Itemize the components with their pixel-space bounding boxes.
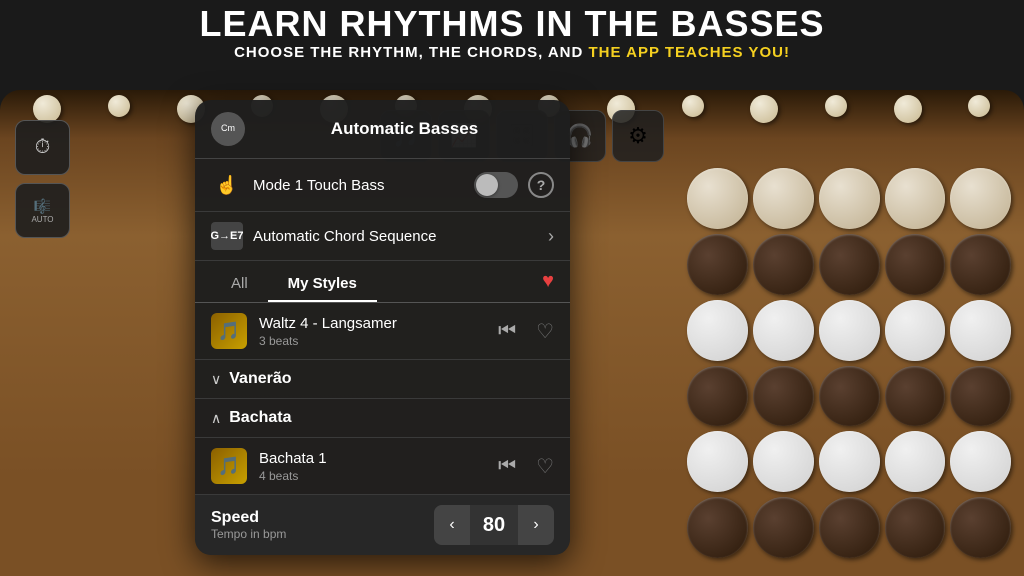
knob (968, 95, 990, 117)
style-info: Waltz 4 - Langsamer 3 beats (259, 315, 486, 348)
category-row-bachata[interactable]: ∧ Bachata (195, 399, 570, 438)
accordion-button[interactable] (819, 431, 880, 492)
accordion-button[interactable] (753, 366, 814, 427)
accordion-button[interactable] (950, 366, 1011, 427)
help-button[interactable]: ? (528, 172, 554, 198)
panel-title: Automatic Basses (255, 119, 554, 139)
accordion-button[interactable] (950, 497, 1011, 558)
accordion-button[interactable] (753, 234, 814, 295)
chord-label: Automatic Chord Sequence (253, 228, 538, 245)
knob (108, 95, 130, 117)
knob (682, 95, 704, 117)
category-name: Bachata (229, 409, 291, 427)
heart-icon[interactable]: ♥ (542, 270, 554, 301)
speed-sublabel: Tempo in bpm (211, 527, 434, 541)
auto-button[interactable]: 🎼 AUTO (15, 183, 70, 238)
speed-increase-button[interactable]: › (518, 505, 554, 545)
speed-decrease-button[interactable]: ‹ (434, 505, 470, 545)
accordion-button[interactable] (819, 300, 880, 361)
back-button[interactable]: Cm (211, 112, 245, 146)
accordion-button[interactable] (819, 366, 880, 427)
accordion-button[interactable] (885, 366, 946, 427)
banner-title: LEARN RHYTHMS IN THE BASSES (12, 4, 1012, 44)
accordion-button[interactable] (687, 168, 748, 229)
mode-label: Mode 1 Touch Bass (253, 177, 464, 194)
knob (33, 95, 61, 123)
accordion-button[interactable] (819, 168, 880, 229)
favorite-icon[interactable]: ♡ (536, 319, 554, 344)
category-expand-icon: ∧ (211, 410, 221, 427)
mode-toggle[interactable] (474, 172, 518, 198)
accordion-button[interactable] (819, 497, 880, 558)
style-beats: 3 beats (259, 334, 486, 348)
accordion-button[interactable] (885, 300, 946, 361)
speed-value: 80 (470, 514, 518, 537)
category-row-vanerão[interactable]: ∨ Vanerão (195, 360, 570, 399)
category-collapse-icon: ∨ (211, 371, 221, 388)
panel-header: Cm Automatic Basses (195, 100, 570, 159)
style-thumbnail: 🎵 (211, 313, 247, 349)
speed-row: Speed Tempo in bpm ‹ 80 › (195, 495, 570, 555)
accordion-button[interactable] (885, 168, 946, 229)
knob (894, 95, 922, 123)
style-item[interactable]: 🎵 Bachata 1 4 beats ⏮ ♡ (195, 438, 570, 495)
style-beats: 4 beats (259, 469, 486, 483)
banner-subtitle: CHOOSE THE RHYTHM, THE CHORDS, AND THE A… (12, 44, 1012, 61)
metronome-button[interactable]: ⏱ (15, 120, 70, 175)
chord-sequence-row[interactable]: G→E7 Automatic Chord Sequence › (195, 212, 570, 261)
accordion-button[interactable] (687, 300, 748, 361)
style-item[interactable]: 🎵 Waltz 4 - Langsamer 3 beats ⏮ ♡ (195, 303, 570, 360)
touch-icon: ☝ (211, 169, 243, 201)
accordion-button[interactable] (950, 300, 1011, 361)
toggle-knob (476, 174, 498, 196)
favorite-icon[interactable]: ♡ (536, 454, 554, 479)
tab-mystyles[interactable]: My Styles (268, 269, 377, 302)
accordion-button[interactable] (687, 366, 748, 427)
chord-icon: G→E7 (211, 222, 243, 250)
speed-control: ‹ 80 › (434, 505, 554, 545)
accordion-button[interactable] (819, 234, 880, 295)
style-name: Waltz 4 - Langsamer (259, 315, 486, 332)
accordion-button[interactable] (885, 431, 946, 492)
back-label: Cm (221, 124, 235, 134)
accordion-button[interactable] (950, 168, 1011, 229)
accordion-button[interactable] (753, 300, 814, 361)
chevron-right-icon: › (548, 226, 554, 247)
settings-button[interactable]: ⚙ (612, 110, 664, 162)
style-name: Bachata 1 (259, 450, 486, 467)
accordion-button[interactable] (753, 431, 814, 492)
accordion-button[interactable] (687, 497, 748, 558)
accordion-button[interactable] (753, 168, 814, 229)
button-grid (679, 160, 1009, 566)
accordion-button[interactable] (885, 234, 946, 295)
knob (825, 95, 847, 117)
preview-play-icon[interactable]: ⏮ (498, 320, 516, 343)
accordion-button[interactable] (885, 497, 946, 558)
subtitle-normal: CHOOSE THE RHYTHM, THE CHORDS, AND (234, 44, 588, 61)
tab-all[interactable]: All (211, 269, 268, 302)
top-banner: LEARN RHYTHMS IN THE BASSES CHOOSE THE R… (0, 0, 1024, 67)
automatic-basses-panel: Cm Automatic Basses ☝ Mode 1 Touch Bass … (195, 100, 570, 555)
knob (750, 95, 778, 123)
speed-label: Speed (211, 509, 434, 527)
style-info: Bachata 1 4 beats (259, 450, 486, 483)
speed-info: Speed Tempo in bpm (211, 509, 434, 541)
accordion-button[interactable] (950, 431, 1011, 492)
accordion-button[interactable] (687, 234, 748, 295)
tabs-row: All My Styles ♥ (195, 261, 570, 303)
subtitle-highlight: THE APP TEACHES YOU! (589, 44, 790, 61)
accordion-button[interactable] (950, 234, 1011, 295)
style-thumbnail: 🎵 (211, 448, 247, 484)
mode-row: ☝ Mode 1 Touch Bass ? (195, 159, 570, 212)
category-name: Vanerão (229, 370, 291, 388)
preview-play-icon[interactable]: ⏮ (498, 455, 516, 478)
left-controls: ⏱ 🎼 AUTO (15, 120, 70, 238)
accordion-button[interactable] (753, 497, 814, 558)
accordion-button[interactable] (687, 431, 748, 492)
